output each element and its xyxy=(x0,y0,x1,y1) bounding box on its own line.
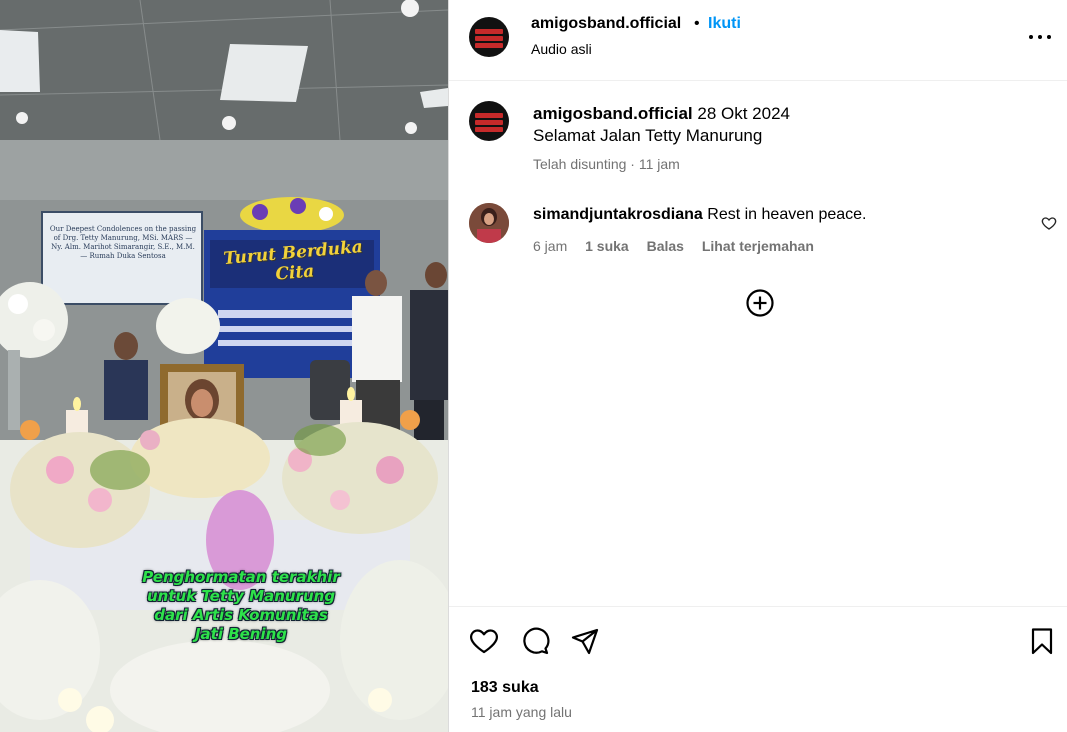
more-horizontal-icon[interactable] xyxy=(1029,28,1051,46)
caption-edited-meta: Telah disunting · 11 jam xyxy=(533,156,680,172)
comment-body: simandjuntakrosdiana Rest in heaven peac… xyxy=(533,206,867,224)
post-actions: 183 suka 11 jam yang lalu xyxy=(449,606,1067,732)
caption-author-avatar[interactable] xyxy=(469,101,509,141)
post-media[interactable]: Our Deepest Condolences on the passing o… xyxy=(0,0,448,732)
post-header: amigosband.official • Ikuti Audio asli xyxy=(449,0,1067,81)
overlay-line: untuk Tetty Manurung xyxy=(146,587,336,605)
caption-username[interactable]: amigosband.official xyxy=(533,104,693,123)
comment-meta: 6 jam 1 suka Balas Lihat terjemahan xyxy=(533,238,828,254)
post-timestamp[interactable]: 11 jam yang lalu xyxy=(471,704,572,720)
author-username[interactable]: amigosband.official xyxy=(531,15,681,33)
plus-circle-icon[interactable] xyxy=(745,288,775,318)
comment-heart-icon[interactable] xyxy=(1041,215,1057,231)
author-avatar[interactable] xyxy=(469,17,509,57)
heart-icon[interactable] xyxy=(469,626,499,656)
audio-link[interactable]: Audio asli xyxy=(531,41,592,57)
comment-icon[interactable] xyxy=(520,626,550,656)
caption-header: amigosband.official 28 Okt 2024 xyxy=(533,104,790,124)
overlay-line: dari Artis Komunitas xyxy=(154,606,328,624)
comment-time[interactable]: 6 jam xyxy=(533,238,567,254)
condolence-screen-text: Our Deepest Condolences on the passing o… xyxy=(49,225,197,260)
bookmark-icon[interactable] xyxy=(1027,626,1057,656)
post-details-panel: amigosband.official • Ikuti Audio asli a… xyxy=(448,0,1067,732)
like-count[interactable]: 183 suka xyxy=(471,679,539,697)
share-icon[interactable] xyxy=(570,626,600,656)
follow-button[interactable]: Ikuti xyxy=(708,15,741,33)
commenter-avatar[interactable] xyxy=(469,203,509,243)
media-overlay-caption: Penghormatan terakhir untuk Tetty Manuru… xyxy=(96,568,386,644)
comment-text: Rest in heaven peace. xyxy=(707,206,867,223)
overlay-line: Jati Bening xyxy=(194,625,288,643)
overlay-line: Penghormatan terakhir xyxy=(142,568,340,586)
commenter-username[interactable]: simandjuntakrosdiana xyxy=(533,206,703,223)
translate-button[interactable]: Lihat terjemahan xyxy=(702,238,814,254)
reply-button[interactable]: Balas xyxy=(647,238,684,254)
comment-likes[interactable]: 1 suka xyxy=(585,238,629,254)
caption-text: Selamat Jalan Tetty Manurung xyxy=(533,126,763,145)
caption-date: 28 Okt 2024 xyxy=(697,104,790,123)
separator-dot: • xyxy=(694,15,700,32)
